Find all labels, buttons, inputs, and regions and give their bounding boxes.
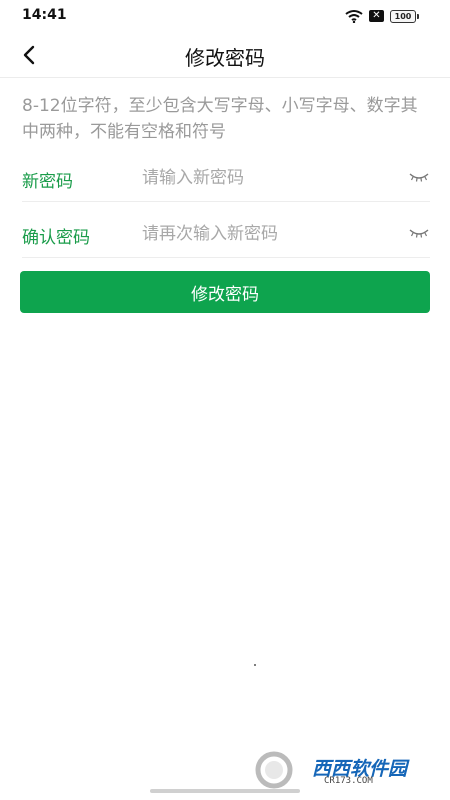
status-bar: 14:41 ✕ 100 bbox=[0, 0, 450, 32]
new-password-input[interactable] bbox=[142, 163, 392, 193]
new-password-row: 新密码 bbox=[22, 157, 430, 202]
confirm-password-input[interactable] bbox=[142, 219, 392, 249]
status-time: 14:41 bbox=[22, 7, 67, 23]
stray-dot bbox=[254, 664, 256, 666]
confirm-password-label: 确认密码 bbox=[22, 228, 90, 248]
home-indicator[interactable] bbox=[150, 789, 300, 793]
watermark-logo: 西西软件园 CR173.COM bbox=[252, 748, 432, 794]
change-password-button[interactable]: 修改密码 bbox=[20, 271, 430, 313]
wifi-icon bbox=[345, 9, 363, 23]
navbar: 修改密码 bbox=[0, 32, 450, 78]
notification-x-icon: ✕ bbox=[369, 10, 384, 22]
status-icons: ✕ 100 bbox=[345, 8, 419, 24]
eye-closed-icon[interactable] bbox=[408, 225, 430, 241]
password-rules-hint: 8-12位字符，至少包含大写字母、小写字母、数字其中两种，不能有空格和符号 bbox=[22, 96, 418, 142]
confirm-password-row: 确认密码 bbox=[22, 213, 430, 258]
new-password-label: 新密码 bbox=[22, 172, 73, 192]
watermark-icon bbox=[255, 751, 293, 789]
eye-closed-icon[interactable] bbox=[408, 169, 430, 185]
battery-icon: 100 bbox=[390, 9, 419, 23]
page-title: 修改密码 bbox=[185, 46, 265, 70]
watermark-subtext: CR173.COM bbox=[324, 776, 373, 786]
